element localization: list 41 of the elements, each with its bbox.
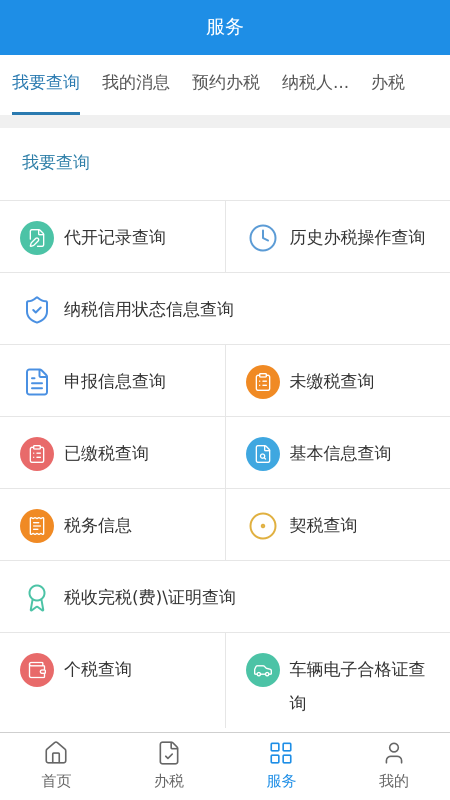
item-label: 历史办税操作查询 (290, 227, 426, 250)
item-label: 已缴税查询 (64, 443, 149, 466)
item-label: 未缴税查询 (290, 371, 374, 394)
section-title: 我要查询 (22, 152, 90, 176)
tab[interactable]: 预约办税 (192, 55, 260, 115)
nav-tab[interactable]: 我的 (338, 733, 450, 800)
clipboard-icon (246, 365, 280, 399)
service-item[interactable]: 契税查询 (224, 489, 450, 560)
item-label: 税收完税(费)\证明查询 (64, 587, 236, 610)
tab[interactable]: 我的消息 (102, 55, 170, 115)
home-icon (43, 740, 70, 766)
item-label: 申报信息查询 (64, 371, 166, 394)
document-pen-icon (20, 221, 54, 255)
service-item[interactable]: 个税查询 (0, 633, 224, 728)
service-item[interactable]: 未缴税查询 (224, 345, 450, 416)
service-item[interactable]: 申报信息查询 (0, 345, 224, 416)
page-title: 服务 (206, 15, 244, 40)
tab[interactable]: 办税 (371, 55, 406, 115)
clipboard-icon (20, 437, 54, 471)
service-item[interactable]: 车辆电子合格证查询 (224, 633, 450, 728)
item-label: 基本信息查询 (290, 443, 392, 466)
nav-tab[interactable]: 首页 (0, 733, 112, 800)
item-label: 车辆电子合格证查询 (290, 659, 426, 716)
nav-tab[interactable]: 办税 (112, 733, 225, 800)
item-label: 税务信息 (64, 515, 132, 538)
service-item[interactable]: 已缴税查询 (0, 417, 224, 488)
service-item[interactable]: 代开记录查询 (0, 201, 224, 272)
item-label: 代开记录查询 (64, 227, 166, 250)
car-icon (246, 653, 280, 687)
service-item[interactable]: 税收完税(费)\证明查询 (0, 561, 450, 632)
service-item[interactable]: 纳税信用状态信息查询 (0, 273, 450, 344)
receipt-icon (20, 509, 54, 543)
item-label: 契税查询 (290, 515, 358, 538)
service-item[interactable]: 历史办税操作查询 (224, 201, 450, 272)
tab[interactable]: 纳税人... (282, 55, 350, 115)
service-item[interactable]: 税务信息 (0, 489, 224, 560)
document-search-icon (246, 437, 280, 471)
item-label: 纳税信用状态信息查询 (64, 299, 234, 322)
service-item[interactable]: 基本信息查询 (224, 417, 450, 488)
grid-icon (268, 740, 294, 766)
item-label: 个税查询 (64, 659, 132, 682)
